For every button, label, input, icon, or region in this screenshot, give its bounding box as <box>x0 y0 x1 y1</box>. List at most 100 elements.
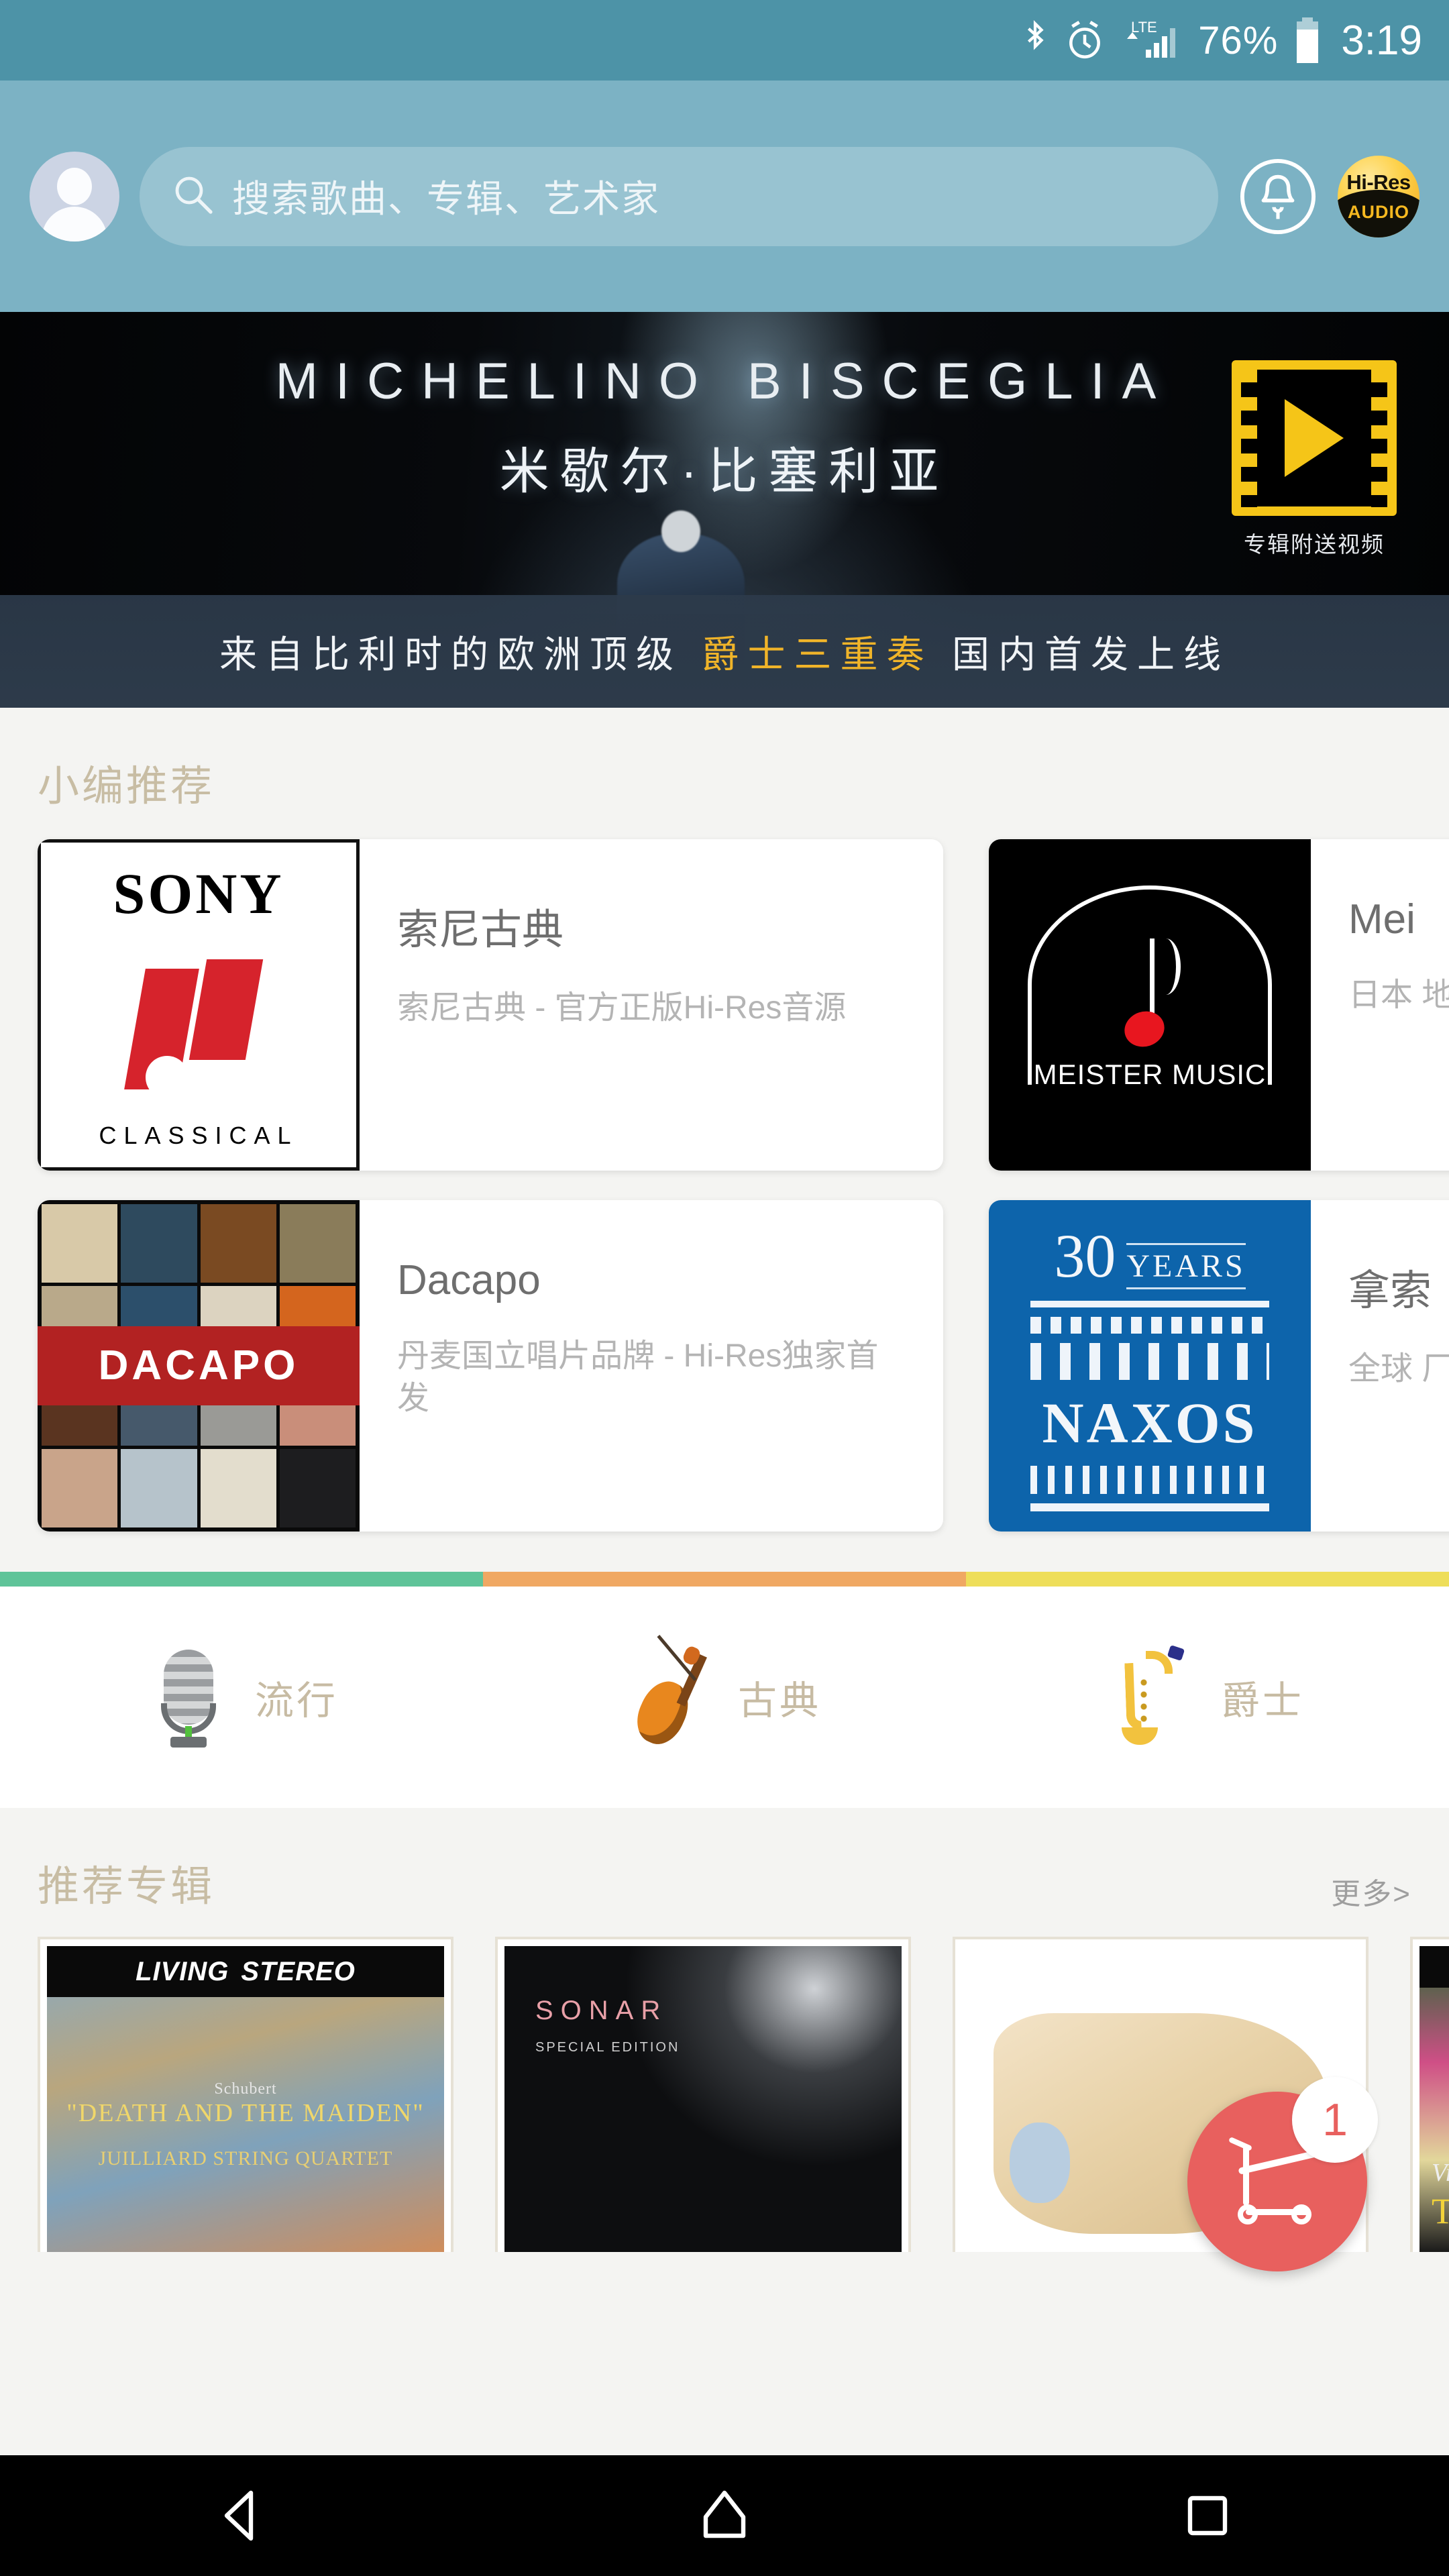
play-triangle-icon <box>1285 399 1344 477</box>
genre-label: 流行 <box>254 1679 338 1723</box>
android-nav-bar <box>0 2455 1449 2576</box>
banner-tagline: 来自比利时的欧洲顶级 爵士三重奏 国内首发上线 <box>219 625 1230 679</box>
label-name: Dacapo <box>397 1257 541 1303</box>
label-desc: 索尼古典 - 官方正版Hi-Res音源 <box>397 990 847 1026</box>
back-triangle-icon[interactable] <box>201 2475 282 2556</box>
album-title-text: "DEATH AND THE MAIDEN" <box>66 2099 425 2127</box>
label-card-sony[interactable]: SONY CLASSICAL 索尼古典 索尼古典 - 官方正版Hi-Res音源 <box>38 839 943 1171</box>
genre-section: 流行 古典 爵士 <box>0 1572 1449 1808</box>
naxos-logo: 30 YEARS NAXOS <box>989 1200 1311 1532</box>
avatar[interactable] <box>30 151 119 241</box>
alarm-icon <box>1065 19 1104 61</box>
search-icon <box>172 173 215 219</box>
album-cover: Vivaldi The <box>1419 1946 1449 2252</box>
label-name: 拿索 <box>1348 1268 1432 1314</box>
dacapo-band: DACAPO <box>38 1326 360 1406</box>
battery-percent: 76% <box>1198 18 1279 62</box>
naxos-years-word: YEARS <box>1126 1243 1246 1289</box>
album-card[interactable]: LIVING STEREO Schubert "DEATH AND THE MA… <box>38 1937 453 2252</box>
label-card-meta: 拿索 全球 厂牌 <box>1311 1200 1449 1532</box>
genre-label: 爵士 <box>1220 1679 1304 1723</box>
sony-classical-logo: SONY CLASSICAL <box>38 839 360 1171</box>
naxos-years-number: 30 <box>1054 1222 1116 1290</box>
avatar-body <box>42 206 107 241</box>
label-card-meta: 索尼古典 索尼古典 - 官方正版Hi-Res音源 <box>360 839 943 1171</box>
shopping-cart-fab[interactable]: 1 <box>1187 2077 1378 2271</box>
tagline-after: 国内首发上线 <box>932 633 1230 676</box>
album-subtitle: SPECIAL EDITION <box>535 2040 680 2055</box>
label-card-naxos[interactable]: 30 YEARS NAXOS 拿索 全球 厂牌 <box>989 1200 1449 1532</box>
sony-classical-word: CLASSICAL <box>99 1122 299 1149</box>
recommended-more-link[interactable]: 更多> <box>1331 1870 1411 1913</box>
label-desc: 日本 地区 <box>1348 977 1449 1013</box>
living-stereo-bar: LIVING STEREO <box>47 1946 444 1997</box>
video-badge-caption: 专辑附送视频 <box>1244 532 1385 557</box>
avatar-head <box>57 167 92 205</box>
hires-top-label: Hi-Res <box>1346 170 1411 194</box>
film-strip-icon <box>1232 360 1397 516</box>
album-art-accent <box>1010 2123 1071 2204</box>
genre-label: 古典 <box>737 1679 821 1723</box>
album-title: SONAR <box>535 1996 668 2025</box>
microphone-icon <box>145 1647 232 1748</box>
genre-item-pop[interactable]: 流行 <box>0 1587 483 1808</box>
naxos-anniversary: 30 YEARS <box>1054 1220 1246 1291</box>
search-placeholder: 搜索歌曲、专辑、艺术家 <box>232 178 660 220</box>
dacapo-wordmark: DACAPO <box>98 1342 299 1389</box>
banner-tagline-strip: 来自比利时的欧洲顶级 爵士三重奏 国内首发上线 <box>0 595 1449 708</box>
album-performer: JUILLIARD STRING QUARTET <box>98 2147 393 2169</box>
label-card-meta: Dacapo 丹麦国立唱片品牌 - Hi-Res独家首发 <box>360 1200 943 1532</box>
tagline-highlight: 爵士三重奏 <box>701 633 933 676</box>
search-input[interactable]: 搜索歌曲、专辑、艺术家 <box>140 146 1218 246</box>
dacapo-logo: DACAPO <box>38 1200 360 1532</box>
battery-icon <box>1293 16 1322 64</box>
album-cover: SONAR SPECIAL EDITION <box>504 1946 902 2252</box>
saxophone-icon <box>1111 1645 1198 1748</box>
genre-item-classical[interactable]: 古典 <box>483 1587 966 1808</box>
label-desc: 全球 厂牌 <box>1348 1351 1449 1387</box>
album-card[interactable]: Vivaldi The <box>1410 1937 1449 2252</box>
home-icon[interactable] <box>684 2475 765 2556</box>
notification-bell-icon[interactable] <box>1238 157 1318 236</box>
sony-flag-mark <box>124 954 269 1099</box>
sony-wordmark: SONY <box>113 861 284 926</box>
album-title: Schubert "DEATH AND THE MAIDEN" <box>47 2080 444 2128</box>
video-badge: 专辑附送视频 <box>1232 360 1397 559</box>
album-series-2: STEREO <box>241 1956 356 1986</box>
label-card-meta: Mei 日本 地区 <box>1311 839 1449 1171</box>
pianist-head <box>661 511 701 553</box>
color-bar-classical <box>483 1572 966 1587</box>
genre-color-bar <box>0 1572 1449 1587</box>
label-card-dacapo[interactable]: DACAPO Dacapo 丹麦国立唱片品牌 - Hi-Res独家首发 <box>38 1200 943 1532</box>
label-card-meister[interactable]: MEISTER MUSIC Mei 日本 地区 <box>989 839 1449 1171</box>
album-composer: Schubert <box>214 2080 277 2098</box>
genre-row: 流行 古典 爵士 <box>0 1587 1449 1808</box>
naxos-wordmark: NAXOS <box>1042 1391 1258 1456</box>
recommended-header: 推荐专辑 更多> <box>0 1808 1449 1937</box>
promo-banner[interactable]: MICHELINO BISCEGLIA 米歇尔·比塞利亚 专辑附送视频 来自比利… <box>0 312 1449 708</box>
color-bar-pop <box>0 1572 483 1587</box>
violin-icon <box>628 1634 715 1752</box>
meister-label: MEISTER MUSIC <box>1033 1059 1267 1091</box>
hires-black-arc: AUDIO <box>1338 189 1419 237</box>
recommended-title: 推荐专辑 <box>38 1864 215 1910</box>
clock-time: 3:19 <box>1341 17 1422 64</box>
label-name: Mei <box>1348 896 1415 943</box>
status-bar: LTE 76% 3:19 <box>0 0 1449 80</box>
genre-item-jazz[interactable]: 爵士 <box>966 1587 1449 1808</box>
label-name: 索尼古典 <box>397 907 564 953</box>
tagline-before: 来自比利时的欧洲顶级 <box>219 633 702 676</box>
editor-picks-title: 小编推荐 <box>38 763 215 810</box>
color-bar-jazz <box>966 1572 1449 1587</box>
hires-audio-badge: Hi-Res AUDIO <box>1338 155 1419 237</box>
recents-square-icon[interactable] <box>1167 2475 1248 2556</box>
album-title: The <box>1432 2190 1449 2232</box>
bluetooth-icon <box>1020 19 1051 61</box>
label-desc: 丹麦国立唱片品牌 - Hi-Res独家首发 <box>397 1338 879 1417</box>
cart-badge-count: 1 <box>1292 2077 1378 2163</box>
album-cover: LIVING STEREO Schubert "DEATH AND THE MA… <box>47 1946 444 2252</box>
album-series-1: LIVING <box>136 1956 229 1986</box>
album-card[interactable]: SONAR SPECIAL EDITION <box>495 1937 911 2252</box>
editor-picks-row-1: SONY CLASSICAL 索尼古典 索尼古典 - 官方正版Hi-Res音源 … <box>0 839 1449 1171</box>
hires-bottom-label: AUDIO <box>1348 201 1409 222</box>
